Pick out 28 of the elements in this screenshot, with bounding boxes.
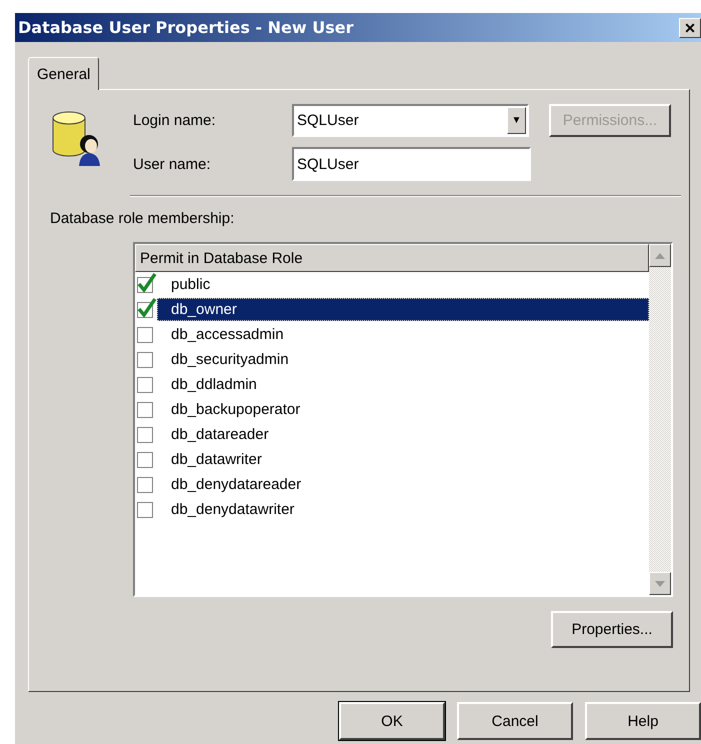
login-name-dropdown[interactable]: SQLUser ▼: [292, 104, 529, 137]
role-membership-label: Database role membership:: [50, 210, 236, 227]
login-name-label: Login name:: [133, 112, 217, 129]
role-item[interactable]: db_ddladmin: [157, 373, 649, 396]
scroll-down-icon[interactable]: [649, 572, 671, 595]
properties-button[interactable]: Properties...: [551, 611, 673, 648]
role-item[interactable]: db_denydatawriter: [157, 498, 649, 521]
user-name-label: User name:: [133, 156, 212, 172]
window-title: Database User Properties - New User: [18, 18, 354, 37]
role-item[interactable]: db_denydatareader: [157, 473, 649, 496]
role-item[interactable]: public: [157, 273, 649, 296]
dialog-button[interactable]: Cancel: [457, 702, 573, 740]
role-item[interactable]: db_securityadmin: [157, 348, 649, 371]
role-item[interactable]: db_datawriter: [157, 448, 649, 471]
role-item[interactable]: db_accessadmin: [157, 323, 649, 346]
user-name-field[interactable]: SQLUser: [292, 147, 531, 181]
role-item[interactable]: db_backupoperator: [157, 398, 649, 421]
dialog-button[interactable]: OK: [339, 702, 445, 740]
close-button[interactable]: ×: [679, 18, 701, 38]
tab[interactable]: General: [28, 57, 100, 90]
checkbox[interactable]: [137, 270, 157, 292]
dialog-button[interactable]: Help: [585, 702, 701, 740]
role-item[interactable]: db_datareader: [157, 423, 649, 446]
checkbox[interactable]: [137, 296, 157, 318]
column-header[interactable]: Permit in Database Role: [135, 244, 649, 272]
scroll-up-icon[interactable]: [649, 244, 671, 267]
role-item[interactable]: db_owner: [157, 298, 649, 321]
scrollbar[interactable]: [649, 244, 671, 595]
